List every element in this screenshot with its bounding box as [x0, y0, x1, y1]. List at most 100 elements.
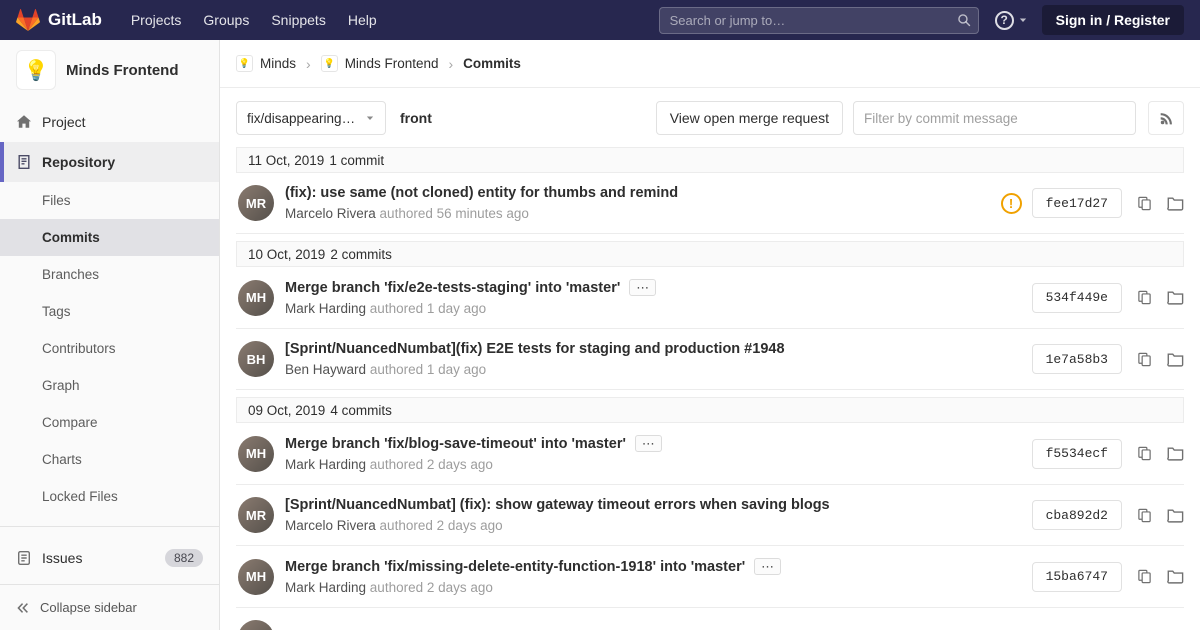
- ref-path-label: front: [400, 110, 432, 126]
- breadcrumb-item-minds-frontend[interactable]: 💡 Minds Frontend: [320, 55, 439, 72]
- commit-date-header: 10 Oct, 2019 2 commits: [236, 241, 1184, 267]
- copy-sha-button[interactable]: [1137, 508, 1152, 523]
- commit-authored-text: authored 2 days ago: [369, 580, 493, 595]
- nav-item-snippets[interactable]: Snippets: [260, 12, 336, 28]
- copy-sha-button[interactable]: [1137, 352, 1152, 367]
- commit-count: 1 commit: [329, 152, 385, 168]
- collapse-sidebar-button[interactable]: Collapse sidebar: [0, 584, 219, 630]
- gitlab-tanuki-icon: [16, 9, 40, 31]
- commit-date: 10 Oct, 2019: [248, 246, 326, 262]
- sidebar-item-charts[interactable]: Charts: [0, 441, 219, 478]
- breadcrumb-item-minds[interactable]: 💡 Minds: [236, 55, 296, 72]
- avatar[interactable]: MH: [238, 558, 274, 595]
- sidebar-item-label: Issues: [42, 550, 83, 566]
- sidebar-item-branches[interactable]: Branches: [0, 256, 219, 293]
- project-avatar[interactable]: 💡: [16, 50, 56, 90]
- nav-item-groups[interactable]: Groups: [192, 12, 260, 28]
- breadcrumb-label: Minds Frontend: [344, 56, 439, 71]
- commit-title-link[interactable]: [Sprint/NuancedNumbat](fix) E2E tests fo…: [285, 341, 785, 357]
- copy-sha-button[interactable]: [1137, 569, 1152, 584]
- browse-files-button[interactable]: [1167, 508, 1184, 523]
- copy-sha-button[interactable]: [1137, 196, 1152, 211]
- project-name[interactable]: Minds Frontend: [66, 62, 179, 79]
- avatar[interactable]: MR: [238, 185, 274, 221]
- commit-author-link[interactable]: Ben Hayward: [285, 362, 366, 377]
- sidebar-item-commits[interactable]: Commits: [0, 219, 219, 256]
- commit-row: MR (fix): use same (not cloned) entity f…: [236, 173, 1184, 234]
- commit-row-partial: [236, 608, 1184, 630]
- sidebar-item-repository[interactable]: Repository: [0, 142, 219, 182]
- commit-title-link[interactable]: Merge branch 'fix/e2e-tests-staging' int…: [285, 280, 620, 296]
- sidebar-item-project[interactable]: Project: [0, 102, 219, 142]
- commit-authored-text: authored 1 day ago: [369, 301, 487, 316]
- branch-selector-dropdown[interactable]: fix/disappearing-t…: [236, 101, 386, 135]
- commit-author-link[interactable]: Marcelo Rivera: [285, 518, 376, 533]
- nav-item-projects[interactable]: Projects: [120, 12, 193, 28]
- commit-title-link[interactable]: Merge branch 'fix/missing-delete-entity-…: [285, 559, 745, 575]
- commit-group: 11 Oct, 2019 1 commit MR (fix): use same…: [236, 147, 1184, 234]
- commit-date-header: 11 Oct, 2019 1 commit: [236, 147, 1184, 173]
- breadcrumb-label: Minds: [260, 56, 297, 71]
- nav-item-help[interactable]: Help: [337, 12, 388, 28]
- browse-files-button[interactable]: [1167, 569, 1184, 584]
- copy-sha-button[interactable]: [1137, 290, 1152, 305]
- sidebar: 💡 Minds Frontend Project Repository File…: [0, 40, 220, 630]
- commit-author-link[interactable]: Mark Harding: [285, 580, 366, 595]
- toggle-commit-description-button[interactable]: ⋯: [634, 435, 662, 452]
- navbar-menu: Projects Groups Snippets Help: [120, 12, 388, 28]
- commit-author-link[interactable]: Mark Harding: [285, 301, 366, 316]
- sidebar-item-contributors[interactable]: Contributors: [0, 330, 219, 367]
- chevron-right-icon: ›: [448, 55, 454, 72]
- avatar[interactable]: MH: [238, 435, 274, 472]
- commit-sha[interactable]: f5534ecf: [1031, 438, 1122, 469]
- pipeline-warning-icon[interactable]: !: [1000, 192, 1022, 214]
- commit-author-link[interactable]: Mark Harding: [285, 457, 366, 472]
- sidebar-item-issues[interactable]: Issues 882: [0, 538, 219, 578]
- breadcrumb-item-commits: Commits: [463, 56, 521, 71]
- commit-sha[interactable]: 15ba6747: [1031, 561, 1122, 592]
- toggle-commit-description-button[interactable]: ⋯: [754, 558, 782, 575]
- rss-icon: [1159, 111, 1174, 126]
- commit-actions: 1e7a58b3: [1020, 344, 1184, 374]
- sidebar-item-compare[interactable]: Compare: [0, 404, 219, 441]
- sidebar-item-locked-files[interactable]: Locked Files: [0, 478, 219, 515]
- commit-author-link[interactable]: Marcelo Rivera: [285, 206, 376, 221]
- commit-meta: Marcelo Rivera authored 2 days ago: [285, 518, 830, 533]
- commit-actions: 534f449e: [1020, 282, 1184, 313]
- browse-files-button[interactable]: [1167, 290, 1184, 305]
- sidebar-item-graph[interactable]: Graph: [0, 367, 219, 404]
- branch-name: fix/disappearing-t…: [247, 110, 359, 126]
- avatar[interactable]: MH: [238, 279, 274, 316]
- commit-title-link[interactable]: [Sprint/NuancedNumbat] (fix): show gatew…: [285, 497, 830, 513]
- browse-files-button[interactable]: [1167, 446, 1184, 461]
- avatar[interactable]: [238, 620, 274, 630]
- avatar[interactable]: BH: [238, 341, 274, 377]
- search-icon: [957, 13, 971, 27]
- sidebar-item-tags[interactable]: Tags: [0, 293, 219, 330]
- commit-sha[interactable]: 1e7a58b3: [1031, 344, 1122, 374]
- browse-files-button[interactable]: [1167, 196, 1184, 211]
- commit-sha[interactable]: cba892d2: [1031, 500, 1122, 530]
- sidebar-nav: Project Repository Files Commits Branche…: [0, 102, 219, 578]
- commit-info: Merge branch 'fix/e2e-tests-staging' int…: [285, 279, 657, 316]
- project-avatar-small: 💡: [320, 55, 338, 72]
- help-dropdown[interactable]: ?: [994, 10, 1028, 30]
- search-input[interactable]: [658, 6, 979, 34]
- home-icon: [16, 114, 32, 130]
- view-open-merge-request-button[interactable]: View open merge request: [655, 101, 843, 135]
- commit-sha[interactable]: fee17d27: [1031, 188, 1122, 218]
- browse-files-button[interactable]: [1167, 352, 1184, 367]
- sign-in-button[interactable]: Sign in / Register: [1041, 5, 1184, 35]
- toggle-commit-description-button[interactable]: ⋯: [629, 279, 657, 296]
- commit-title-link[interactable]: Merge branch 'fix/blog-save-timeout' int…: [285, 436, 626, 452]
- brand-name: GitLab: [48, 10, 102, 29]
- sidebar-item-files[interactable]: Files: [0, 182, 219, 219]
- gitlab-home-link[interactable]: GitLab: [16, 9, 102, 31]
- rss-feed-button[interactable]: [1148, 101, 1184, 135]
- commit-title-link[interactable]: (fix): use same (not cloned) entity for …: [285, 185, 678, 201]
- filter-commit-message-input[interactable]: [853, 101, 1136, 135]
- avatar[interactable]: MR: [238, 497, 274, 533]
- copy-sha-button[interactable]: [1137, 446, 1152, 461]
- commit-count: 4 commits: [330, 402, 392, 418]
- commit-sha[interactable]: 534f449e: [1031, 282, 1122, 313]
